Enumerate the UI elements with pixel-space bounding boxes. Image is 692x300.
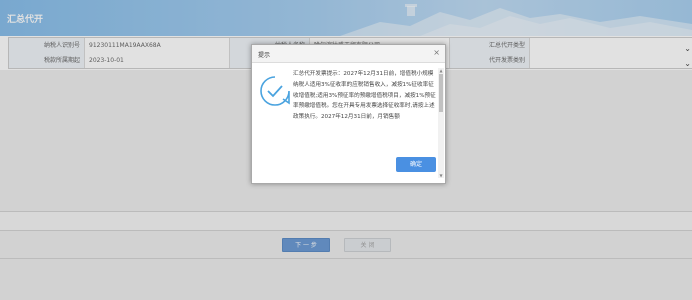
tip-dialog: 提示 × 汇总代开发票提示：2027年12月31日前，增值税小规模纳税人适用3%… [251, 44, 446, 184]
scroll-thumb[interactable] [439, 74, 443, 112]
dialog-title: 提示 [258, 52, 271, 59]
scroll-up-icon[interactable]: ▲ [438, 68, 444, 73]
check-circle-icon [260, 76, 290, 106]
confirm-button[interactable]: 确定 [396, 157, 436, 172]
dialog-close-icon[interactable]: × [433, 48, 440, 57]
scroll-down-icon[interactable]: ▼ [438, 173, 444, 178]
message-scrollbar[interactable]: ▲ ▼ [438, 68, 444, 178]
dialog-header: 提示 × [252, 45, 445, 63]
